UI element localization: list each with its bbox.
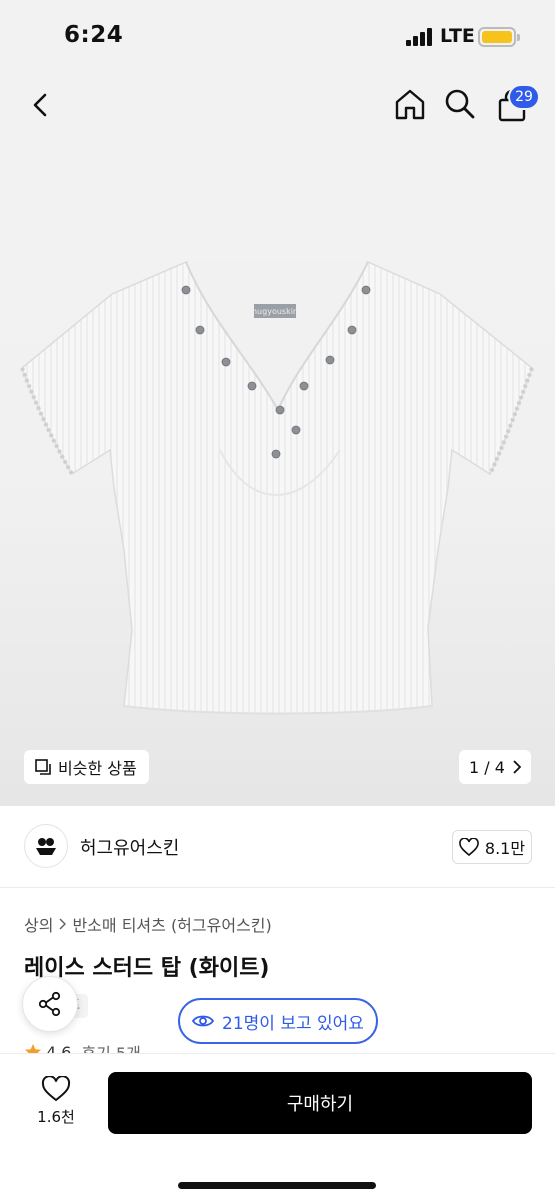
garment-label: hugyouskin (252, 307, 298, 316)
product-image: hugyouskin (20, 261, 534, 715)
share-button[interactable] (22, 976, 78, 1032)
chevron-right-icon (513, 760, 521, 774)
similar-products-button[interactable]: 비슷한 상품 (24, 750, 149, 784)
network-label: LTE (440, 25, 475, 47)
cart-count-badge: 29 (508, 84, 540, 110)
wishlist-count: 1.6천 (37, 1108, 75, 1126)
heart-icon (41, 1076, 71, 1102)
chevron-right-icon (59, 918, 67, 930)
page-indicator-label: 1 / 4 (469, 757, 505, 777)
status-time: 6:24 (64, 22, 124, 48)
viewers-label: 21명이 보고 있어요 (222, 1013, 364, 1034)
viewers-indicator: 21명이 보고 있어요 (178, 998, 378, 1044)
purchase-bar: 1.6천 구매하기 (0, 1053, 555, 1200)
eye-icon (192, 1015, 215, 1027)
page-indicator[interactable]: 1 / 4 (459, 750, 531, 784)
brand-like-button[interactable]: 8.1만 (452, 830, 532, 864)
breadcrumb: 상의 반소매 티셔츠 (허그유어스킨) (24, 912, 272, 936)
back-button[interactable] (26, 90, 56, 120)
similar-products-label: 비슷한 상품 (58, 759, 137, 778)
brand-logo-icon (36, 838, 56, 855)
buy-button[interactable]: 구매하기 (108, 1072, 532, 1134)
home-icon[interactable] (392, 86, 428, 122)
product-gallery[interactable]: 29 hugyouskin 비슷한 상품 1 / 4 (0, 74, 555, 806)
signal-icon (406, 28, 432, 46)
battery-icon (478, 27, 520, 47)
status-bar: 6:24 LTE (0, 0, 555, 74)
brand-row[interactable]: 허그유어스킨 8.1만 (0, 806, 555, 888)
brand-like-count: 8.1만 (484, 839, 526, 858)
heart-icon (459, 838, 479, 856)
search-icon[interactable] (444, 88, 476, 120)
brand-logo[interactable] (24, 824, 68, 868)
home-indicator (178, 1182, 376, 1189)
copy-icon (35, 759, 51, 775)
breadcrumb-category[interactable]: 상의 (24, 912, 53, 936)
share-icon (38, 991, 61, 1017)
breadcrumb-subcategory[interactable]: 반소매 티셔츠 (허그유어스킨) (72, 912, 271, 936)
wishlist-button[interactable]: 1.6천 (30, 1076, 82, 1136)
brand-name[interactable]: 허그유어스킨 (80, 834, 179, 860)
